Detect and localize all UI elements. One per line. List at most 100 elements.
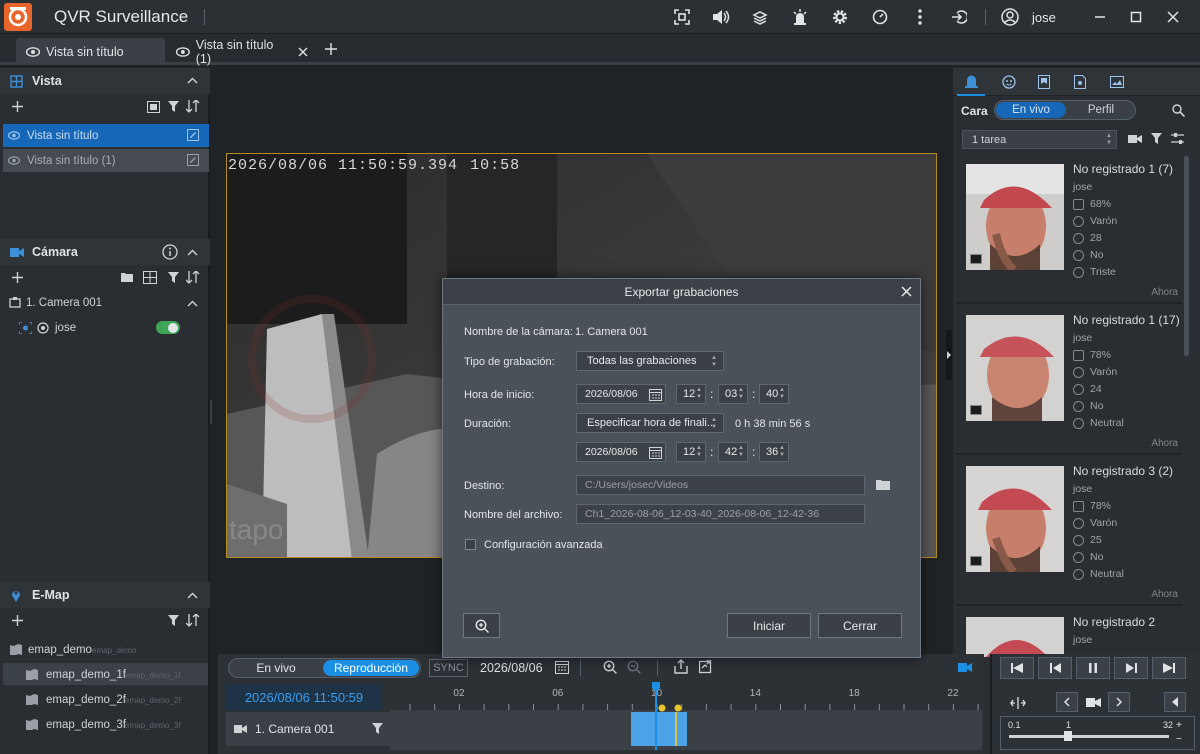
vista-header[interactable]: Vista	[0, 68, 210, 94]
toggle-live[interactable]: En vivo	[996, 102, 1066, 118]
camera-row[interactable]: 1. Camera 001	[0, 292, 208, 314]
scrollbar[interactable]	[1184, 156, 1189, 356]
collapse-icon[interactable]	[187, 77, 198, 84]
layers-icon[interactable]	[748, 6, 772, 28]
collapse-icon[interactable]	[187, 300, 198, 307]
folder-icon[interactable]	[876, 479, 890, 490]
start-date-field[interactable]: 2026/08/06	[576, 384, 666, 404]
playback-button[interactable]: Reproducción	[323, 660, 419, 676]
user-avatar-icon[interactable]	[998, 6, 1022, 28]
sliders-icon[interactable]	[1171, 132, 1184, 145]
export-icon[interactable]	[674, 659, 688, 674]
timeline-ruler[interactable]: 020610141822	[390, 682, 982, 750]
tab-close-icon[interactable]	[298, 47, 308, 57]
end-date-field[interactable]: 2026/08/06	[576, 442, 666, 462]
task-select[interactable]: 1 tarea ▲ ▼	[962, 130, 1117, 149]
camara-header[interactable]: Cámara	[0, 239, 210, 265]
filename-field[interactable]: Ch1_2026-08-06_12-03-40_2026-08-06_12-42…	[576, 504, 865, 524]
filter-icon[interactable]	[372, 723, 383, 734]
filter-icon[interactable]	[168, 101, 179, 112]
filter-icon[interactable]	[1151, 133, 1162, 144]
speed-track[interactable]	[1009, 735, 1169, 738]
maximize-icon[interactable]	[1124, 6, 1148, 28]
filter-icon[interactable]	[168, 272, 179, 283]
view-item-1[interactable]: Vista sin título	[3, 124, 209, 147]
info-icon[interactable]	[162, 244, 178, 260]
alarm-tab[interactable]	[957, 68, 985, 96]
recording-type-select[interactable]: Todas las grabaciones ▲ ▼	[576, 351, 724, 371]
emap-item[interactable]: emap_demo_1f emap_demo_1f	[3, 663, 208, 685]
start-hour-spinner[interactable]: 12 ▲ ▼	[676, 384, 706, 404]
close-icon[interactable]	[1161, 6, 1185, 28]
pause-button[interactable]	[1076, 657, 1110, 679]
duration-select[interactable]: Especificar hora de finali... ▲ ▼	[576, 413, 724, 433]
close-dialog-button[interactable]: Cerrar	[818, 613, 902, 638]
face-card[interactable]: No registrado 1 (17) jose 78% Varón 24 N…	[956, 307, 1182, 455]
tab-vista-2[interactable]: Vista sin título (1)	[166, 38, 308, 66]
calendar-icon[interactable]	[555, 660, 569, 674]
volume-icon[interactable]	[709, 6, 733, 28]
view-item-2[interactable]: Vista sin título (1)	[3, 149, 209, 172]
face-icon[interactable]	[1002, 75, 1016, 89]
destination-field[interactable]: C:/Users/josec/Videos	[576, 475, 865, 495]
step-forward-button[interactable]	[1114, 657, 1148, 679]
speed-stepper[interactable]: + −	[1176, 719, 1182, 747]
add-icon[interactable]	[12, 615, 23, 626]
dashboard-icon[interactable]	[868, 6, 892, 28]
sync-button[interactable]: SYNC	[429, 659, 468, 677]
advanced-checkbox[interactable]	[465, 539, 476, 550]
collapse-controls-button[interactable]	[1164, 692, 1186, 712]
add-tab-icon[interactable]	[322, 40, 340, 58]
right-panel-collapse-handle[interactable]	[946, 330, 952, 380]
minimize-icon[interactable]	[1088, 6, 1112, 28]
sort-icon[interactable]	[186, 100, 200, 113]
next-camera-button[interactable]	[1108, 692, 1130, 712]
face-card[interactable]: No registrado 1 (7) jose 68% Varón 28 No…	[956, 156, 1182, 304]
edit-view-icon[interactable]	[187, 129, 199, 141]
camera-icon[interactable]	[958, 662, 972, 673]
face-toggle[interactable]	[156, 321, 180, 334]
collapse-icon[interactable]	[187, 249, 198, 256]
start-export-button[interactable]: Iniciar	[727, 613, 811, 638]
calendar-icon[interactable]	[649, 388, 662, 401]
image-icon[interactable]	[1110, 76, 1124, 88]
collapse-icon[interactable]	[187, 592, 198, 599]
live-button[interactable]: En vivo	[230, 660, 322, 676]
more-icon[interactable]	[908, 6, 932, 28]
camera-select-button[interactable]	[1081, 692, 1105, 712]
prev-camera-button[interactable]	[1056, 692, 1078, 712]
layout-icon[interactable]	[143, 271, 157, 284]
sync-arrows-button[interactable]	[1007, 693, 1029, 713]
gear-icon[interactable]	[828, 6, 852, 28]
document-icon[interactable]	[1074, 75, 1086, 89]
end-minute-spinner[interactable]: 42 ▲ ▼	[718, 442, 748, 462]
timeline-date[interactable]: 2026/08/06	[480, 661, 543, 675]
dialog-close-icon[interactable]	[901, 286, 912, 297]
search-icon[interactable]	[1172, 104, 1185, 117]
speed-handle[interactable]	[1064, 731, 1072, 741]
end-second-spinner[interactable]: 36 ▲ ▼	[759, 442, 789, 462]
filter-icon[interactable]	[168, 615, 179, 626]
emap-item[interactable]: emap_demo_3f emap_demo_3f	[0, 713, 208, 735]
alarm-icon[interactable]	[788, 6, 812, 28]
zoom-in-icon[interactable]	[603, 660, 617, 674]
start-second-spinner[interactable]: 40 ▲ ▼	[759, 384, 789, 404]
calendar-icon[interactable]	[649, 446, 662, 459]
sort-icon[interactable]	[186, 271, 200, 284]
edit-view-icon[interactable]	[187, 154, 199, 166]
snapshot-add-icon[interactable]	[699, 659, 714, 674]
folder-icon[interactable]	[121, 272, 133, 282]
step-back-button[interactable]	[1038, 657, 1072, 679]
camera-icon[interactable]	[1128, 134, 1142, 144]
user-name[interactable]: jose	[1032, 10, 1056, 25]
layout-icon[interactable]	[147, 101, 160, 113]
bookmark-icon[interactable]	[1038, 75, 1050, 89]
start-minute-spinner[interactable]: 03 ▲ ▼	[718, 384, 748, 404]
add-icon[interactable]	[12, 101, 23, 112]
zoom-out-icon[interactable]	[627, 660, 641, 674]
logout-icon[interactable]	[947, 6, 971, 28]
tab-vista-1[interactable]: Vista sin título	[16, 38, 165, 65]
skip-end-button[interactable]	[1152, 657, 1186, 679]
end-hour-spinner[interactable]: 12 ▲ ▼	[676, 442, 706, 462]
skip-start-button[interactable]	[1000, 657, 1034, 679]
